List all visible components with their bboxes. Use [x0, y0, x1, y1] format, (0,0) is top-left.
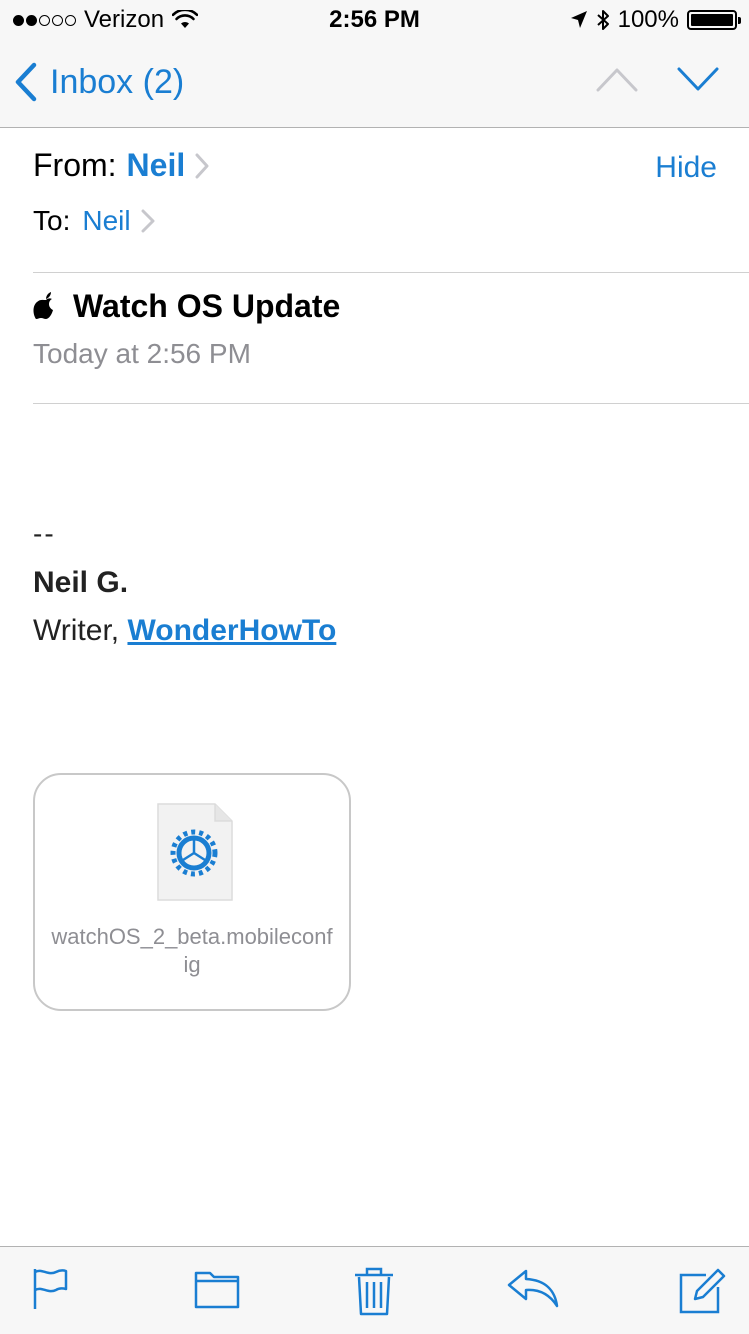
battery-percent: 100%: [617, 6, 679, 33]
bluetooth-icon: [596, 10, 609, 30]
hide-details-button[interactable]: Hide: [655, 151, 717, 185]
from-row: From: Neil: [33, 147, 209, 184]
message-date: Today at 2:56 PM: [33, 338, 251, 369]
chevron-left-icon: [15, 62, 37, 102]
signature-link[interactable]: WonderHowTo: [127, 614, 336, 647]
subject: Watch OS Update: [73, 288, 341, 324]
folder-icon[interactable]: [194, 1267, 240, 1309]
status-right: 100%: [570, 6, 741, 34]
divider: [33, 403, 749, 404]
recipient-name[interactable]: Neil: [82, 205, 130, 237]
reply-icon[interactable]: [506, 1267, 560, 1309]
battery-icon: [687, 10, 741, 30]
chevron-right-icon: [141, 209, 155, 233]
compose-icon[interactable]: [678, 1267, 726, 1315]
location-arrow-icon: [570, 11, 587, 28]
to-label: To:: [33, 205, 71, 236]
attachment-filename: watchOS_2_beta.mobileconfig: [51, 924, 333, 977]
bottom-toolbar: [0, 1246, 749, 1334]
from-label: From:: [33, 147, 117, 183]
back-to-inbox-button[interactable]: Inbox (2): [14, 62, 184, 102]
settings-gear-icon: [157, 803, 233, 901]
sender-name[interactable]: Neil: [127, 147, 186, 184]
attachment-tile[interactable]: watchOS_2_beta.mobileconfig: [33, 773, 351, 1011]
to-row: To: Neil: [33, 205, 155, 237]
subject-row: Watch OS Update: [33, 288, 340, 325]
divider: [33, 272, 749, 273]
next-message-button[interactable]: [676, 64, 720, 94]
previous-message-button[interactable]: [595, 64, 639, 94]
flag-icon[interactable]: [32, 1267, 68, 1311]
chevron-right-icon: [195, 153, 209, 178]
trash-icon[interactable]: [354, 1267, 394, 1317]
apple-logo-icon: [33, 291, 53, 319]
status-bar: Verizon 2:56 PM 100%: [0, 0, 749, 40]
signature-separator: --: [33, 518, 56, 549]
signature-name: Neil G.: [33, 566, 129, 599]
navigation-bar: Inbox (2): [0, 40, 749, 128]
signature-role: Writer,: [33, 614, 120, 647]
signature-role-line: Writer, WonderHowTo: [33, 614, 336, 648]
back-label: Inbox (2): [50, 62, 185, 101]
